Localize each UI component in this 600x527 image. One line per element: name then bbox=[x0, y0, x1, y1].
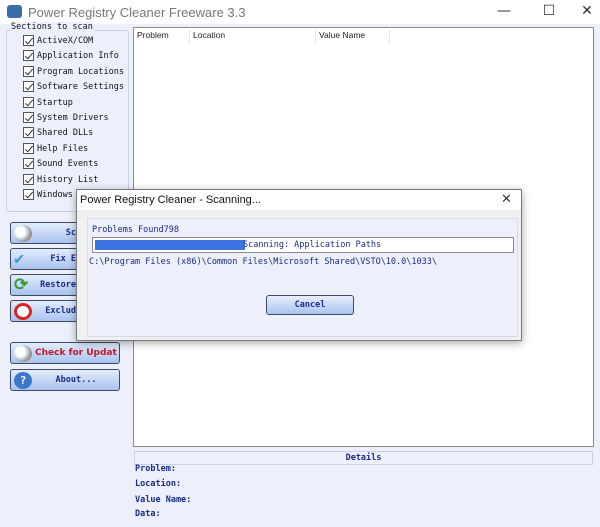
section-checkbox[interactable]: Sound Events bbox=[23, 158, 143, 171]
section-checkbox[interactable]: Software Settings bbox=[23, 81, 143, 94]
problems-found: Problems Found798 bbox=[92, 225, 179, 235]
section-checkbox[interactable]: History List bbox=[23, 173, 143, 187]
detail-value-name-label: Value Name: bbox=[135, 495, 192, 505]
detail-problem-label: Problem: bbox=[135, 464, 176, 474]
checkbox-icon[interactable] bbox=[23, 35, 34, 46]
dialog-close-button[interactable]: ✕ bbox=[501, 192, 512, 207]
progress-fill bbox=[95, 240, 246, 250]
check-update-button[interactable]: Check for Update bbox=[10, 342, 120, 364]
dialog-panel: Problems Found798 Scanning: Application … bbox=[87, 218, 518, 337]
magnifier-icon bbox=[14, 345, 32, 362]
cancel-button[interactable]: Cancel bbox=[266, 295, 354, 315]
maximize-button[interactable]: ☐ bbox=[539, 3, 559, 19]
window-title: Power Registry Cleaner Freeware 3.3 bbox=[28, 5, 246, 20]
checkbox-icon[interactable] bbox=[23, 158, 34, 170]
checkbox-icon[interactable] bbox=[23, 189, 34, 200]
scan-status: Scanning: Application Paths bbox=[243, 240, 382, 250]
prohibited-icon bbox=[14, 303, 32, 320]
column-location[interactable]: Location bbox=[190, 30, 316, 44]
detail-location-label: Location: bbox=[135, 479, 182, 489]
column-problem[interactable]: Problem bbox=[134, 30, 190, 44]
sections-label: Sections to scan bbox=[10, 22, 94, 32]
section-label: Sound Events bbox=[37, 159, 99, 170]
column-value-name[interactable]: Value Name bbox=[316, 30, 390, 44]
scan-progress-bar: Scanning: Application Paths bbox=[92, 237, 514, 253]
close-button[interactable]: ✕ bbox=[577, 3, 597, 19]
checkbox-icon[interactable] bbox=[23, 112, 34, 123]
scanning-dialog: Power Registry Cleaner - Scanning... ✕ P… bbox=[76, 189, 522, 341]
section-checkbox[interactable]: ActiveX/COM bbox=[23, 35, 143, 48]
minimize-button[interactable]: — bbox=[494, 3, 514, 19]
section-checkbox[interactable]: Application Info bbox=[23, 50, 143, 63]
refresh-icon: ⟳ bbox=[14, 275, 29, 295]
detail-data-label: Data: bbox=[135, 509, 161, 519]
section-label: ActiveX/COM bbox=[37, 36, 94, 46]
section-checkbox[interactable]: Help Files bbox=[23, 142, 143, 156]
section-label: Application Info bbox=[37, 51, 119, 62]
dialog-title: Power Registry Cleaner - Scanning... bbox=[77, 190, 521, 210]
checkmark-icon: ✔ bbox=[14, 249, 25, 269]
section-checkbox[interactable]: Program Locations bbox=[23, 65, 143, 79]
section-checkbox[interactable]: Startup bbox=[23, 96, 143, 110]
checkbox-icon[interactable] bbox=[23, 173, 34, 185]
section-label: Shared DLLs bbox=[37, 128, 94, 139]
section-checkbox[interactable]: System Drivers bbox=[23, 112, 143, 125]
checkbox-icon[interactable] bbox=[23, 96, 34, 108]
section-label: Program Locations bbox=[37, 66, 124, 77]
help-icon: ? bbox=[14, 372, 32, 389]
current-path: C:\Program Files (x86)\Common Files\Micr… bbox=[89, 257, 437, 267]
title-bar: Power Registry Cleaner Freeware 3.3 — ☐ … bbox=[0, 0, 600, 24]
section-label: History List bbox=[37, 174, 99, 185]
details-header: Details bbox=[134, 451, 593, 465]
section-label: Software Settings bbox=[37, 82, 124, 93]
checkbox-icon[interactable] bbox=[23, 81, 34, 93]
checkbox-icon[interactable] bbox=[23, 65, 34, 77]
checkbox-icon[interactable] bbox=[23, 127, 34, 139]
checkbox-icon[interactable] bbox=[23, 142, 34, 154]
section-label: Help Files bbox=[37, 143, 89, 154]
app-icon bbox=[7, 5, 22, 18]
about-button[interactable]: ? About... bbox=[10, 369, 120, 391]
section-label: System Drivers bbox=[37, 113, 109, 123]
section-label: Startup bbox=[37, 97, 73, 108]
section-checkbox[interactable]: Shared DLLs bbox=[23, 127, 143, 140]
magnifier-icon bbox=[14, 225, 32, 242]
checkbox-icon[interactable] bbox=[23, 50, 34, 62]
